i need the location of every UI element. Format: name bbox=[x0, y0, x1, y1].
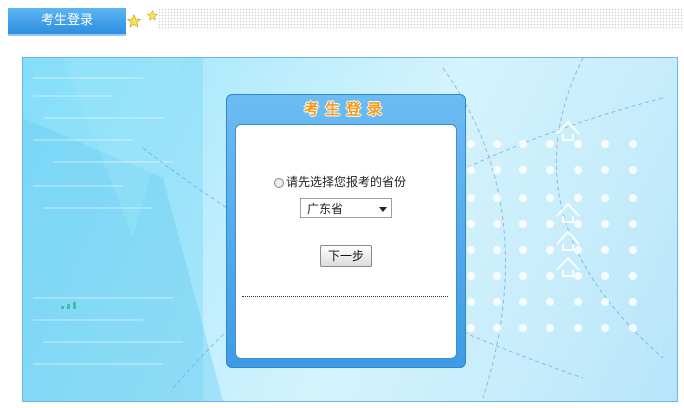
star-icon bbox=[127, 14, 141, 28]
divider bbox=[242, 296, 448, 297]
login-box: 考生登录 请先选择您报考的省份 广东省 下一步 bbox=[226, 94, 466, 368]
dotted-pattern bbox=[158, 8, 684, 30]
province-select-value: 广东省 bbox=[307, 202, 344, 216]
arrow-up-icon bbox=[556, 202, 580, 223]
login-title: 考生登录 bbox=[303, 100, 388, 118]
province-prompt: 请先选择您报考的省份 bbox=[274, 173, 406, 191]
login-form: 请先选择您报考的省份 广东省 下一步 bbox=[235, 124, 457, 359]
star-icon bbox=[147, 10, 158, 21]
chevron-down-icon bbox=[379, 207, 387, 212]
header-strip: 考生登录 bbox=[0, 0, 684, 40]
radio-icon[interactable] bbox=[274, 177, 284, 188]
province-prompt-label: 请先选择您报考的省份 bbox=[286, 175, 407, 189]
candidate-login-tab[interactable]: 考生登录 bbox=[8, 8, 126, 34]
next-step-button[interactable]: 下一步 bbox=[320, 245, 372, 267]
province-select[interactable]: 广东省 bbox=[300, 198, 392, 218]
